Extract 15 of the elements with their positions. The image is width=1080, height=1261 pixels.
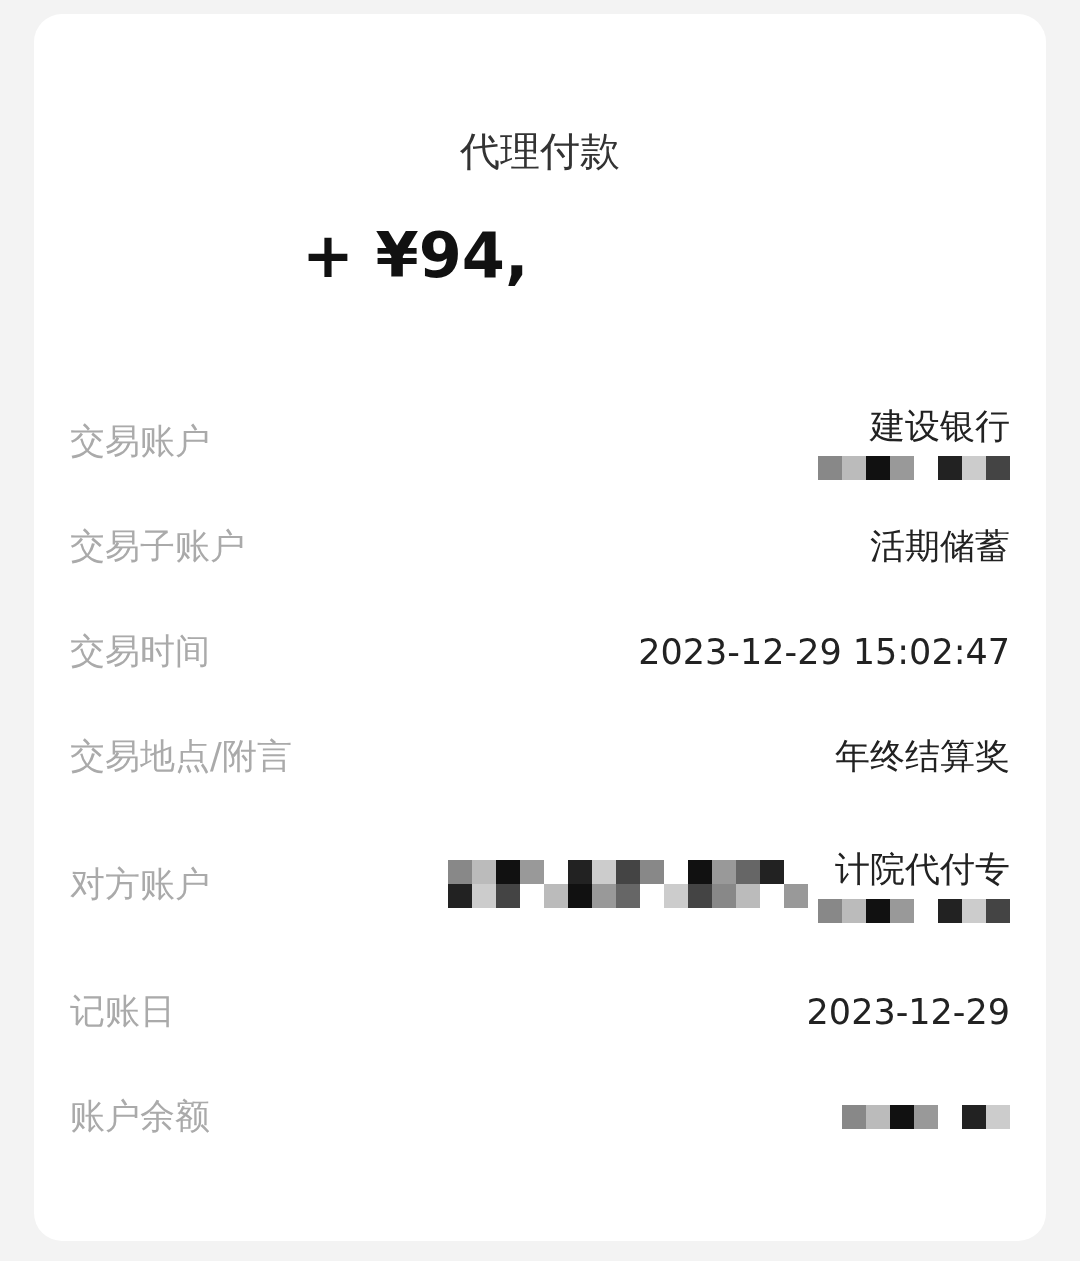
detail-label: 对方账户: [70, 862, 210, 906]
detail-label: 账户余额: [70, 1095, 210, 1138]
detail-label: 交易子账户: [70, 525, 245, 568]
detail-value: 2023-12-29: [806, 991, 1010, 1032]
detail-label: 交易地点/附言: [70, 735, 292, 778]
detail-value: 计院代付专: [835, 847, 1010, 891]
detail-value: 年终结算奖: [835, 735, 1010, 778]
transaction-type-title: 代理付款: [459, 127, 621, 176]
detail-label: 交易时间: [70, 630, 210, 673]
detail-label: 记账日: [70, 990, 175, 1033]
amount-text: + ¥94,: [302, 219, 530, 294]
detail-value: 活期储蓄: [870, 525, 1010, 568]
detail-value: 2023-12-29 15:02:47: [638, 631, 1010, 672]
detail-value: 建设银行: [870, 405, 1010, 448]
detail-label: 交易账户: [70, 420, 210, 463]
